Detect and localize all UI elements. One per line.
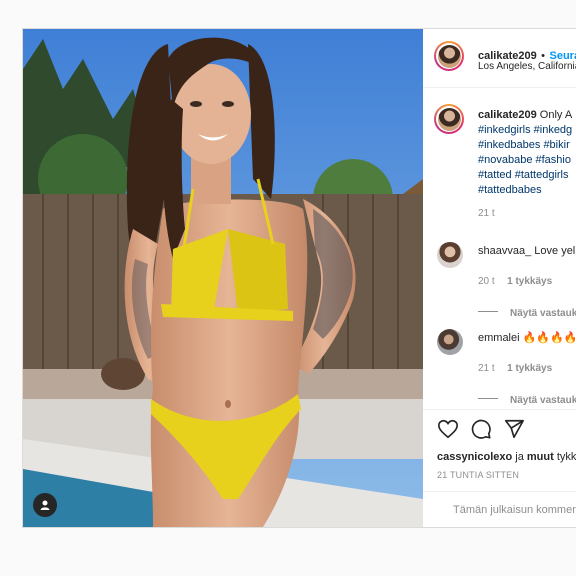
comment-username[interactable]: emmalei — [478, 332, 520, 344]
view-replies-label: Näytä vastauk — [510, 308, 576, 319]
caption-username[interactable]: calikate209 — [478, 109, 537, 121]
user-tag-icon — [40, 500, 50, 510]
post-header: calikate209 • Seura Los Angeles, Califor… — [423, 29, 576, 88]
comment-likes[interactable]: 1 tykkäys — [507, 363, 552, 374]
liked-by: cassynicolexo ja muut tykk — [437, 450, 576, 465]
caption-avatar[interactable] — [434, 104, 464, 134]
liked-by-suffix: tykk — [556, 451, 576, 463]
liked-by-joiner: ja — [515, 451, 524, 463]
comment: shaavvaa_ Love yel 20 t 1 tykkäys Näytä … — [478, 244, 576, 321]
location-link[interactable]: Los Angeles, California — [478, 61, 576, 72]
liked-by-others[interactable]: muut — [527, 451, 554, 463]
divider-line — [478, 311, 498, 313]
caption-text: Only A — [539, 109, 573, 121]
hashtag-line[interactable]: #tattedbabes — [478, 183, 576, 198]
view-replies-label: Näytä vastauk — [510, 395, 576, 406]
post-sidebar: calikate209 • Seura Los Angeles, Califor… — [423, 29, 576, 527]
hashtag-line[interactable]: #inkedbabes #bikir — [478, 138, 576, 153]
comment: emmalei 🔥🔥🔥🔥 21 t 1 tykkäys Näytä vastau… — [478, 331, 576, 408]
comment-text: 🔥🔥🔥🔥 — [522, 332, 576, 344]
post-photo[interactable] — [23, 29, 423, 527]
hashtag-line[interactable]: #inkedgirls #inkedg — [478, 123, 576, 138]
view-replies-button[interactable]: Näytä vastauk — [478, 303, 576, 321]
comment-avatar[interactable] — [437, 242, 463, 268]
add-comment-input[interactable] — [451, 500, 576, 520]
caption-time[interactable]: 21 t — [478, 208, 576, 219]
post-timestamp[interactable]: 21 TUNTIA SITTEN — [437, 470, 519, 480]
divider-line — [478, 398, 498, 400]
hashtag-line[interactable]: #tatted #tattedgirls — [478, 168, 576, 183]
add-comment-bar — [423, 491, 576, 527]
comment-time[interactable]: 21 t — [478, 363, 495, 374]
comment-text: Love yel — [534, 245, 576, 257]
caption: calikate209 Only A #inkedgirls #inkedg #… — [478, 108, 576, 219]
photo-image — [23, 29, 423, 527]
comment-username[interactable]: shaavvaa_ — [478, 245, 531, 257]
view-replies-button[interactable]: Näytä vastauk — [478, 390, 576, 408]
comment-icon[interactable] — [470, 418, 492, 440]
post-card: calikate209 • Seura Los Angeles, Califor… — [22, 28, 576, 528]
share-icon[interactable] — [503, 418, 525, 440]
comment-likes[interactable]: 1 tykkäys — [507, 276, 552, 287]
heart-icon[interactable] — [437, 418, 459, 440]
hashtag-line[interactable]: #novababe #fashio — [478, 153, 576, 168]
comment-avatar[interactable] — [437, 329, 463, 355]
liked-by-user[interactable]: cassynicolexo — [437, 451, 512, 463]
user-tag-button[interactable] — [33, 493, 57, 517]
avatar[interactable] — [434, 41, 464, 71]
comment-time[interactable]: 20 t — [478, 276, 495, 287]
